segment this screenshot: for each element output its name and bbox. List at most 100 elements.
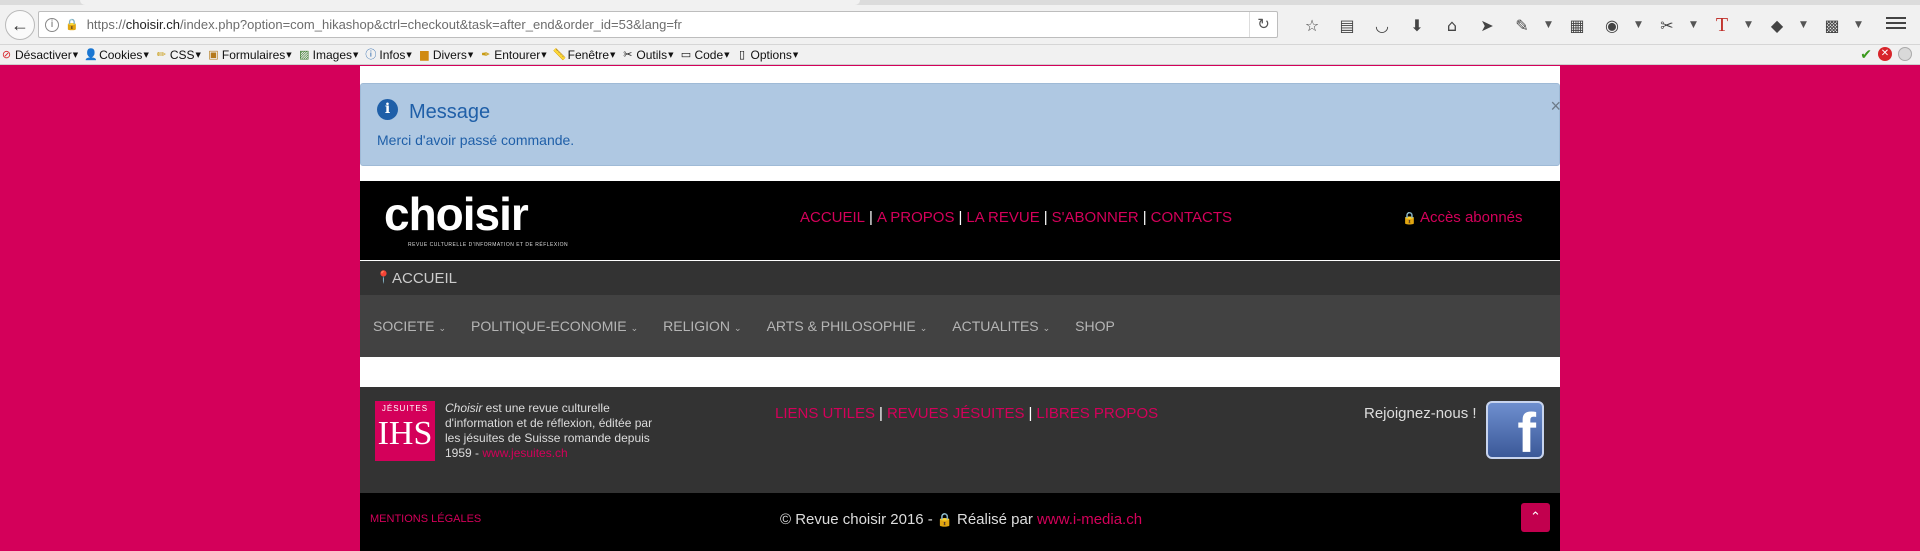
join-us-text: Rejoignez-nous !: [1364, 405, 1477, 422]
tab-strip: [0, 0, 1920, 5]
toolbar-item-outline[interactable]: ✒ Entourer ▼: [479, 48, 547, 62]
toolbar-item-css[interactable]: ✏ CSS ▼: [155, 48, 201, 62]
chevron-down-icon: ▼: [286, 50, 292, 59]
font-icon[interactable]: T: [1710, 13, 1734, 37]
pen-icon: ✒: [481, 48, 491, 61]
site-logo[interactable]: choisir REVUE CULTURELLE D'INFORMATION E…: [384, 191, 568, 248]
active-tab[interactable]: [80, 0, 860, 5]
breadcrumb: 📍 ACCUEIL: [360, 261, 1560, 295]
message-alert: i Message Merci d'avoir passé commande. …: [360, 83, 1561, 166]
chevron-down-icon[interactable]: ▼: [1745, 20, 1755, 30]
chevron-down-icon: ⌄: [438, 324, 447, 334]
footer-link-revues-jesuites[interactable]: REVUES JÉSUITES: [887, 405, 1025, 422]
menu-item-actualites[interactable]: ACTUALITES ⌄: [952, 318, 1050, 334]
error-icon[interactable]: ✕: [1878, 47, 1892, 61]
subscriber-login-link[interactable]: 🔒 Accès abonnés: [1402, 209, 1523, 226]
toolbar-item-infos[interactable]: ⓘ Infos ▼: [364, 48, 411, 62]
chevron-down-icon: ⌄: [919, 324, 928, 334]
eyedropper-icon[interactable]: ✎: [1510, 13, 1534, 37]
main-nav: SOCIETE ⌄ POLITIQUE-ECONOMIE ⌄ RELIGION ⌄ A…: [360, 295, 1560, 357]
toolbar-item-disable[interactable]: ⊘ Désactiver ▼: [0, 48, 78, 62]
chevron-down-icon[interactable]: ▼: [1545, 20, 1555, 30]
toolbar-item-cookies[interactable]: 👤 Cookies ▼: [84, 48, 149, 62]
info-icon: i: [377, 99, 398, 120]
pocket-icon[interactable]: ◡: [1370, 13, 1394, 37]
toolbar-item-options[interactable]: ▯ Options ▼: [736, 48, 798, 62]
pencil-icon: ✏: [156, 48, 166, 61]
nav-link-a-propos[interactable]: A PROPOS: [877, 209, 955, 226]
toolbar-item-tools[interactable]: ✂ Outils ▼: [621, 48, 673, 62]
nav-link-la-revue[interactable]: LA REVUE: [966, 209, 1039, 226]
alert-title: Message: [409, 101, 491, 123]
status-circle-icon[interactable]: [1898, 47, 1912, 61]
reading-list-icon[interactable]: ▤: [1335, 13, 1359, 37]
menu-item-arts-philosophie[interactable]: ARTS & PHILOSOPHIE ⌄: [767, 318, 928, 334]
clipboard-icon: ▣: [208, 48, 219, 61]
url-text: https://choisir.ch/index.php?option=com_…: [86, 17, 682, 32]
toolbar-item-misc[interactable]: ▆ Divers ▼: [418, 48, 473, 62]
star-icon[interactable]: ☆: [1300, 13, 1324, 37]
map-marker-icon: 📍: [376, 270, 391, 284]
chevron-down-icon[interactable]: ▼: [1855, 20, 1865, 30]
site-header: choisir REVUE CULTURELLE D'INFORMATION E…: [360, 181, 1560, 260]
checkmark-icon[interactable]: ✔: [1860, 47, 1872, 63]
picture-icon: ▨: [298, 48, 310, 61]
lock-icon: 🔒: [1402, 211, 1417, 225]
chevron-down-icon: ▼: [406, 50, 412, 59]
nav-link-contacts[interactable]: CONTACTS: [1151, 209, 1232, 226]
page-info-icon[interactable]: ▦: [1565, 13, 1589, 37]
breadcrumb-current[interactable]: ACCUEIL: [392, 270, 457, 287]
chevron-down-icon: ▼: [195, 50, 201, 59]
home-icon[interactable]: ⌂: [1440, 13, 1464, 37]
chevron-down-icon: ▼: [724, 50, 730, 59]
menu-item-societe[interactable]: SOCIETE ⌄: [373, 318, 446, 334]
chevron-down-icon: ▼: [143, 50, 149, 59]
chevron-down-icon[interactable]: ▼: [1635, 20, 1645, 30]
extension-icon[interactable]: ◉: [1600, 13, 1624, 37]
jesuites-logo[interactable]: JÉSUITES IHS: [375, 401, 435, 461]
footer-main: JÉSUITES IHS Choisir est une revue cultu…: [360, 387, 1560, 493]
monitor-icon: ▭: [680, 48, 692, 61]
jesuites-link[interactable]: www.jesuites.ch: [482, 446, 567, 460]
hamburger-menu-icon[interactable]: [1886, 14, 1906, 34]
chevron-down-icon[interactable]: ▼: [1690, 20, 1700, 30]
tool-icon[interactable]: ◆: [1765, 13, 1789, 37]
screenshot-icon[interactable]: ✂: [1655, 13, 1679, 37]
chevron-down-icon: ▼: [467, 50, 474, 59]
grid-icon[interactable]: ▩: [1820, 13, 1844, 37]
scroll-to-top-button[interactable]: ⌃: [1521, 503, 1550, 532]
send-icon[interactable]: ➤: [1475, 13, 1499, 37]
toolbar-item-code[interactable]: ▭ Code ▼: [679, 48, 730, 62]
back-button[interactable]: ←: [5, 10, 35, 40]
download-icon[interactable]: ⬇: [1405, 13, 1429, 37]
lock-icon: 🔒: [936, 513, 953, 528]
chevron-down-icon[interactable]: ▼: [1800, 20, 1810, 30]
no-entry-icon: ⊘: [1, 48, 12, 61]
chevron-down-icon: ▼: [72, 50, 79, 59]
validation-status: ✔ ✕: [1860, 47, 1912, 63]
menu-item-religion[interactable]: RELIGION ⌄: [663, 318, 741, 334]
imedia-link[interactable]: www.i-media.ch: [1037, 511, 1142, 528]
toolbar-item-forms[interactable]: ▣ Formulaires ▼: [207, 48, 292, 62]
reload-icon[interactable]: ↻: [1249, 12, 1277, 37]
legal-notice-link[interactable]: MENTIONS LÉGALES: [370, 513, 481, 525]
lock-icon[interactable]: 🔒: [65, 18, 79, 31]
alert-text: Merci d'avoir passé commande.: [377, 132, 575, 148]
url-bar[interactable]: i 🔒 https://choisir.ch/index.php?option=…: [38, 11, 1278, 38]
close-icon[interactable]: ×: [1550, 96, 1561, 117]
footer-link-libres-propos[interactable]: LIBRES PROPOS: [1036, 405, 1158, 422]
options-icon: ▯: [739, 48, 746, 61]
nav-link-sabonner[interactable]: S'ABONNER: [1052, 209, 1139, 226]
nav-link-accueil[interactable]: ACCUEIL: [800, 209, 865, 226]
toolbar-item-images[interactable]: ▨ Images ▼: [298, 48, 358, 62]
footer-links: LIENS UTILES | REVUES JÉSUITES | LIBRES PROP…: [775, 405, 1159, 422]
footer-link-liens-utiles[interactable]: LIENS UTILES: [775, 405, 875, 422]
chevron-down-icon: ▼: [541, 50, 547, 59]
copyright: © Revue choisir 2016 - 🔒 Réalisé par www.i…: [780, 511, 1143, 528]
facebook-icon[interactable]: f: [1486, 401, 1544, 459]
toolbar-item-window[interactable]: 📏 Fenêtre ▼: [553, 48, 616, 62]
menu-item-shop[interactable]: SHOP: [1075, 318, 1115, 334]
person-icon: 👤: [84, 48, 98, 61]
menu-item-politique-economie[interactable]: POLITIQUE-ECONOMIE ⌄: [471, 318, 638, 334]
info-icon[interactable]: i: [45, 17, 59, 32]
